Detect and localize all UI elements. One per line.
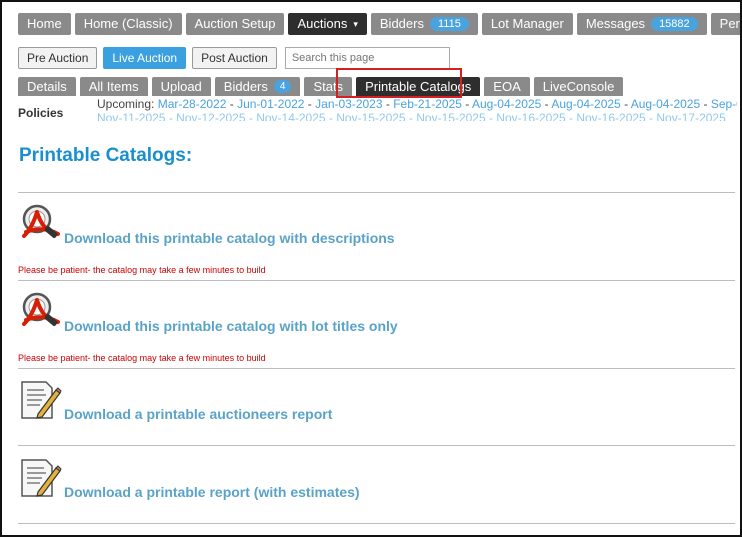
upcoming-auction-link[interactable]: Jan-03-2023 [315,97,382,111]
pdf-icon [22,292,60,326]
upcoming-auction-link[interactable]: Aug-04-2025 [551,97,620,111]
nav-label: Auctions [297,16,348,31]
search-input[interactable] [284,47,450,69]
count-badge: 15882 [651,17,698,31]
nav-auction-setup[interactable]: Auction Setup [185,13,285,35]
page-title: Printable Catalogs: [19,145,193,166]
upcoming-overflow: Nov-11-2025 - Nov-12-2025 - Nov-14-2025 … [97,111,726,121]
tab-label: Upload [160,79,202,94]
post-auction-button[interactable]: Post Auction [192,47,277,69]
tab-printable-catalogs[interactable]: Printable Catalogs [356,77,481,96]
download-auctioneers-report-link[interactable]: Download a printable auctioneers report [64,406,332,422]
report-icon [21,381,62,419]
nav-label: Performa [719,16,742,31]
nav-label: Home [27,16,62,31]
nav-performance[interactable]: Performa [710,13,742,35]
upcoming-auction-link[interactable]: Jun-01-2022 [237,97,304,111]
nav-home-classic[interactable]: Home (Classic) [74,13,182,35]
upcoming-auction-link[interactable]: Aug-04-2025 [631,97,700,111]
date-separator: - [304,97,316,111]
divider [18,523,735,524]
count-badge: 1115 [429,17,469,31]
nav-label: Bidders [379,16,424,31]
top-navigation: Home Home (Classic) Auction Setup Auctions ▾… [18,13,742,35]
app-frame: Home Home (Classic) Auction Setup Auctions ▾… [0,0,742,537]
date-separator: - [461,97,472,111]
divider [18,445,735,446]
build-time-note: Please be patient- the catalog may take … [18,353,266,363]
nav-lot-manager[interactable]: Lot Manager [481,13,573,35]
upcoming-auction-link[interactable]: Aug-04-2025 [472,97,541,111]
nav-label: Messages [585,16,646,31]
upcoming-auctions: Upcoming: Mar-28-2022 - Jun-01-2022 - Ja… [97,97,737,121]
upcoming-auction-link[interactable]: Feb-21-2025 [393,97,462,111]
tab-label: EOA [493,79,521,94]
tab-all-items[interactable]: All Items [79,77,148,96]
tab-liveconsole[interactable]: LiveConsole [533,77,624,96]
date-separator: - [382,97,394,111]
tab-label: All Items [88,79,139,94]
date-separator: - [700,97,711,111]
nav-label: Auction Setup [194,16,276,31]
pdf-icon [22,204,60,238]
live-auction-button[interactable]: Live Auction [103,47,187,69]
count-badge: 4 [273,80,292,93]
tab-label: Printable Catalogs [365,79,472,94]
nav-auctions[interactable]: Auctions ▾ [288,13,367,35]
tab-bidders[interactable]: Bidders 4 [214,77,301,96]
download-catalog-lot-titles-link[interactable]: Download this printable catalog with lot… [64,318,398,334]
auction-mode-bar: Pre Auction Live Auction Post Auction [18,47,450,69]
upcoming-auction-link[interactable]: Mar-28-2022 [158,97,227,111]
pre-auction-button[interactable]: Pre Auction [18,47,98,69]
divider [18,280,735,281]
caret-down-icon: ▾ [353,19,358,29]
nav-messages[interactable]: Messages 15882 [576,13,707,35]
tab-label: LiveConsole [542,79,615,94]
nav-label: Lot Manager [490,16,564,31]
auction-subtabs: Details All Items Upload Bidders 4 Stats Print… [18,77,624,96]
tab-details[interactable]: Details [18,77,76,96]
date-separator: - [226,97,238,111]
policies-label: Policies [18,106,64,120]
date-separator: - [620,97,631,111]
build-time-note: Please be patient- the catalog may take … [18,265,266,275]
tab-stats[interactable]: Stats [304,77,353,96]
report-icon [21,459,62,497]
tab-eoa[interactable]: EOA [484,77,530,96]
download-catalog-descriptions-link[interactable]: Download this printable catalog with des… [64,230,395,246]
divider [18,368,735,369]
upcoming-label: Upcoming: [97,97,155,111]
divider [18,192,735,193]
tab-label: Bidders [223,79,268,94]
tab-label: Details [27,79,67,94]
upcoming-auction-link[interactable]: Sep-01 [711,97,737,111]
nav-bidders[interactable]: Bidders 1115 [370,13,478,35]
date-separator: - [541,97,552,111]
tab-upload[interactable]: Upload [151,77,211,96]
nav-home[interactable]: Home [18,13,71,35]
tab-label: Stats [313,79,344,94]
download-report-estimates-link[interactable]: Download a printable report (with estima… [64,484,360,500]
nav-label: Home (Classic) [83,16,173,31]
